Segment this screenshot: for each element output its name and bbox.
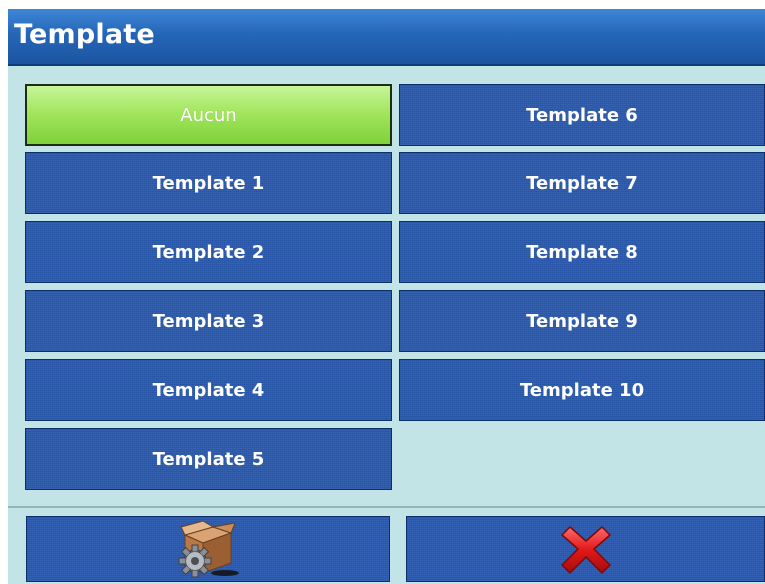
option-template-1-button[interactable]: Template 1 [25, 152, 392, 214]
screen: Template Aucun Template 1 Template 2 Tem… [0, 0, 765, 584]
option-template-2-button[interactable]: Template 2 [25, 221, 392, 283]
settings-button[interactable] [26, 516, 390, 582]
cancel-button[interactable] [406, 516, 765, 582]
title-bar: Template [8, 9, 765, 66]
option-template-7-button[interactable]: Template 7 [399, 152, 765, 214]
close-x-icon [558, 521, 614, 577]
option-template-5-button[interactable]: Template 5 [25, 428, 392, 490]
option-template-3-button[interactable]: Template 3 [25, 290, 392, 352]
option-template-9-button[interactable]: Template 9 [399, 290, 765, 352]
option-template-6-button[interactable]: Template 6 [399, 84, 765, 146]
option-aucun-button[interactable]: Aucun [25, 84, 392, 146]
option-template-10-button[interactable]: Template 10 [399, 359, 765, 421]
option-template-8-button[interactable]: Template 8 [399, 221, 765, 283]
package-settings-icon [173, 517, 243, 579]
footer-divider [8, 506, 765, 508]
option-template-4-button[interactable]: Template 4 [25, 359, 392, 421]
template-dialog: Template Aucun Template 1 Template 2 Tem… [8, 9, 765, 584]
page-title: Template [14, 19, 155, 50]
